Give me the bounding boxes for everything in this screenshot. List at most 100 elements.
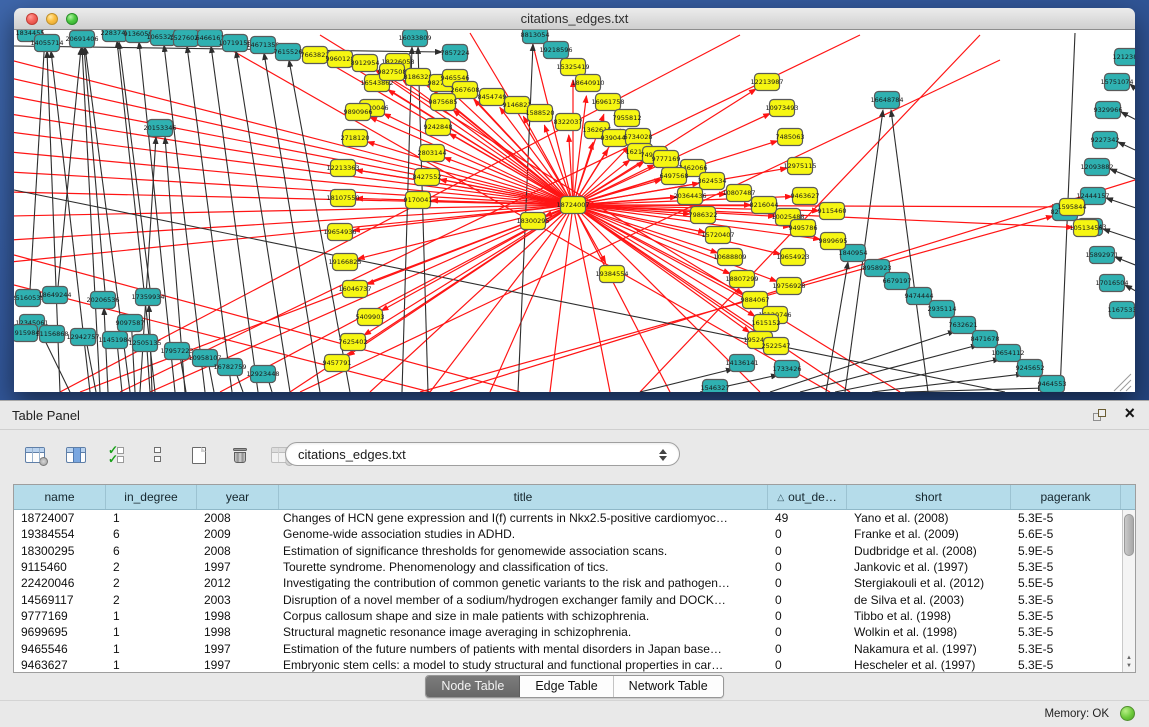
graph-node[interactable]: 7485063: [776, 129, 805, 146]
graph-node[interactable]: 10654112: [991, 345, 1024, 362]
graph-node[interactable]: 1588520: [526, 105, 555, 122]
graph-node[interactable]: 18640910: [571, 75, 604, 92]
select-rows-button[interactable]: ✓✓: [104, 442, 130, 468]
column-header-year[interactable]: year: [197, 485, 279, 509]
table-cell[interactable]: 22420046: [14, 576, 106, 590]
graph-node[interactable]: 14055714: [30, 35, 63, 52]
table-cell[interactable]: 2: [106, 576, 197, 590]
graph-node[interactable]: 12942757: [66, 329, 99, 346]
table-row[interactable]: 946554611997Estimation of the future num…: [14, 640, 1135, 656]
table-row[interactable]: 2242004622012Investigating the contribut…: [14, 575, 1135, 591]
graph-edge[interactable]: [30, 36, 45, 290]
graph-edge[interactable]: [573, 205, 610, 392]
table-cell[interactable]: 18300295: [14, 544, 106, 558]
graph-node[interactable]: 9875685: [429, 94, 458, 111]
table-cell[interactable]: 19384554: [14, 527, 106, 541]
graph-node[interactable]: 15751074: [1100, 74, 1133, 91]
graph-node[interactable]: 7615526: [274, 44, 303, 61]
table-cell[interactable]: 9465546: [14, 642, 106, 656]
graph-node[interactable]: 18300295: [516, 213, 549, 230]
graph-node[interactable]: 5409903: [356, 309, 385, 326]
table-cell[interactable]: Wolkin et al. (1998): [847, 625, 1011, 639]
table-cell[interactable]: 0: [768, 544, 847, 558]
graph-node[interactable]: 9170041: [404, 192, 433, 209]
window-titlebar[interactable]: citations_edges.txt: [14, 8, 1135, 30]
table-cell[interactable]: 0: [768, 527, 847, 541]
table-cell[interactable]: 1998: [197, 625, 279, 639]
graph-edge[interactable]: [205, 35, 830, 392]
graph-node[interactable]: 2935114: [928, 301, 957, 318]
delete-column-button[interactable]: [227, 442, 253, 468]
table-cell[interactable]: 9699695: [14, 625, 106, 639]
graph-node[interactable]: 16648784: [870, 92, 903, 109]
network-canvas[interactable]: 1834455140557142069140622837479136059106…: [14, 30, 1135, 392]
graph-node[interactable]: 1615152: [752, 315, 781, 332]
graph-node[interactable]: 10807487: [722, 185, 755, 202]
column-header-short[interactable]: short: [847, 485, 1011, 509]
table-cell[interactable]: 5.3E-5: [1011, 609, 1121, 623]
graph-edge[interactable]: [104, 308, 108, 392]
table-row[interactable]: 1830029562008Estimation of significance …: [14, 543, 1135, 559]
graph-node[interactable]: 9474444: [905, 288, 934, 305]
table-cell[interactable]: 5.9E-5: [1011, 544, 1121, 558]
table-cell[interactable]: 0: [768, 609, 847, 623]
graph-node[interactable]: 17359934: [131, 289, 164, 306]
graph-node[interactable]: 15720407: [701, 227, 734, 244]
table-cell[interactable]: Tibbo et al. (1998): [847, 609, 1011, 623]
graph-node[interactable]: 6679197: [883, 273, 912, 290]
table-cell[interactable]: 9777169: [14, 609, 106, 623]
table-cell[interactable]: Embryonic stem cells: a model to study s…: [279, 658, 768, 672]
table-cell[interactable]: 0: [768, 658, 847, 672]
graph-node[interactable]: 16782759: [213, 359, 246, 376]
graph-edge[interactable]: [1106, 198, 1135, 212]
table-cell[interactable]: Stergiakouli et al. (2012): [847, 576, 1011, 590]
table-cell[interactable]: Tourette syndrome. Phenomenology and cla…: [279, 560, 768, 574]
table-cell[interactable]: 9115460: [14, 560, 106, 574]
graph-node[interactable]: 1595844: [1058, 199, 1087, 216]
graph-node[interactable]: 19218596: [539, 42, 572, 59]
table-cell[interactable]: 5.3E-5: [1011, 658, 1121, 672]
graph-edge[interactable]: [300, 60, 1000, 392]
graph-node[interactable]: 9464553: [1038, 376, 1067, 393]
graph-node[interactable]: 10973493: [765, 100, 798, 117]
graph-node[interactable]: 2718120: [341, 130, 370, 147]
table-row[interactable]: 911546021997Tourette syndrome. Phenomeno…: [14, 559, 1135, 575]
graph-node[interactable]: 8912954: [351, 55, 380, 72]
table-cell[interactable]: 1: [106, 609, 197, 623]
table-row[interactable]: 977716911998Corpus callosum shape and si…: [14, 608, 1135, 624]
graph-node[interactable]: 1212384: [1113, 49, 1135, 66]
float-panel-icon[interactable]: [1093, 409, 1107, 423]
table-row[interactable]: 1938455462009Genome-wide association stu…: [14, 526, 1135, 542]
graph-node[interactable]: 2803144: [418, 145, 447, 162]
graph-node[interactable]: 15892971: [1085, 247, 1118, 264]
graph-node[interactable]: 19654923: [776, 249, 809, 266]
graph-node[interactable]: 18107550: [326, 190, 359, 207]
graph-node[interactable]: 9495786: [789, 220, 818, 237]
graph-node[interactable]: 20153346: [143, 120, 176, 137]
graph-node[interactable]: 15325419: [556, 59, 589, 76]
scrollbar-thumb[interactable]: [1124, 514, 1134, 556]
graph-node[interactable]: 8813054: [521, 30, 550, 44]
table-cell[interactable]: Estimation of significance thresholds fo…: [279, 544, 768, 558]
table-cell[interactable]: 0: [768, 642, 847, 656]
graph-node[interactable]: 19654936: [323, 224, 356, 241]
table-cell[interactable]: Dudbridge et al. (2008): [847, 544, 1011, 558]
graph-node[interactable]: 9097587: [116, 315, 145, 332]
graph-node[interactable]: 1733426: [773, 361, 802, 378]
graph-node[interactable]: 2522547: [762, 338, 791, 355]
graph-node[interactable]: 16033809: [398, 30, 431, 47]
graph-node[interactable]: 20206536: [86, 292, 119, 309]
graph-node[interactable]: 8471678: [971, 331, 1000, 348]
graph-node[interactable]: 12975115: [783, 158, 816, 175]
graph-node[interactable]: 11156868: [35, 326, 68, 343]
row-height-button[interactable]: [145, 442, 171, 468]
table-cell[interactable]: 49: [768, 511, 847, 525]
graph-edge[interactable]: [236, 51, 290, 392]
table-cell[interactable]: 5.3E-5: [1011, 593, 1121, 607]
graph-node[interactable]: 8427552: [413, 169, 442, 186]
table-cell[interactable]: Jankovic et al. (1997): [847, 560, 1011, 574]
graph-node[interactable]: 7986322: [689, 207, 718, 224]
table-cell[interactable]: 2009: [197, 527, 279, 541]
resize-grip-icon[interactable]: [1120, 380, 1131, 391]
graph-node[interactable]: 19756928: [772, 278, 805, 295]
